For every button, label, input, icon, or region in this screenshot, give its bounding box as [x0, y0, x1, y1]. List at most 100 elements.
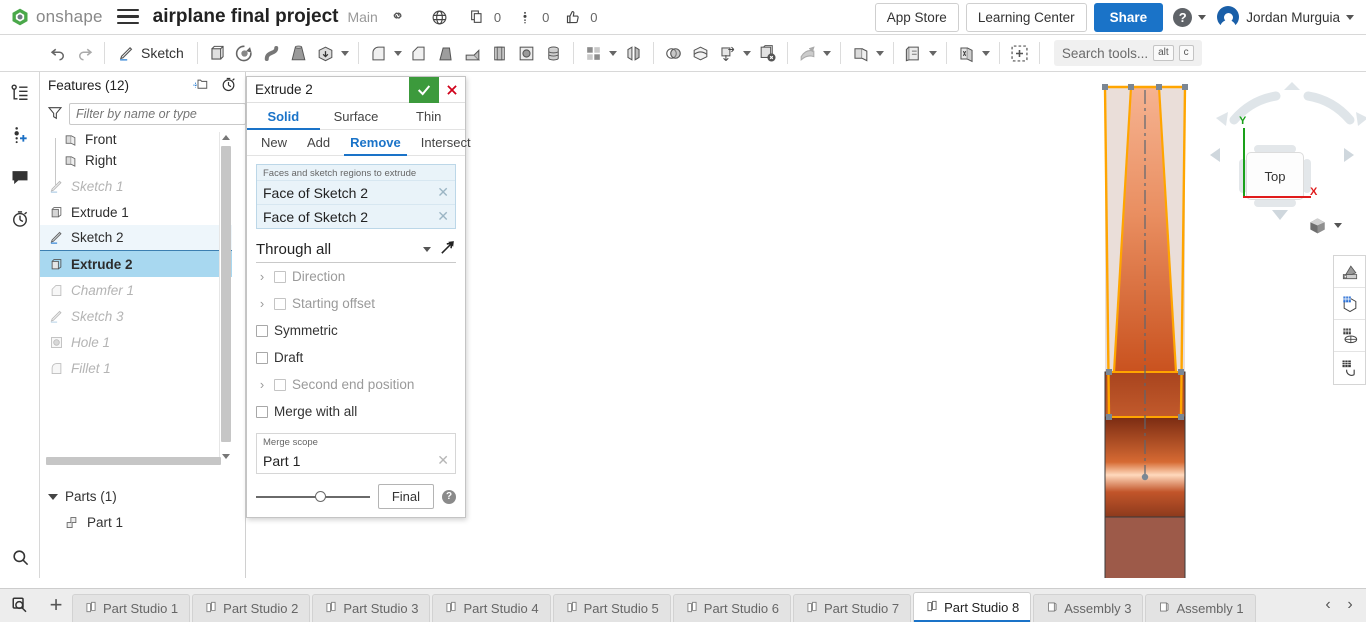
symmetric-checkbox[interactable]	[256, 325, 268, 337]
sweep-icon[interactable]	[258, 40, 285, 67]
flip-direction-icon[interactable]	[439, 239, 456, 259]
hole-icon[interactable]	[513, 40, 540, 67]
globe-icon[interactable]	[429, 6, 451, 28]
help-chevron-down-icon[interactable]	[1198, 15, 1206, 20]
accept-button[interactable]	[409, 77, 439, 103]
mirror-icon[interactable]	[620, 40, 647, 67]
view-mode-chevron-down-icon[interactable]	[1334, 223, 1342, 228]
new-folder-icon[interactable]	[192, 77, 209, 95]
tab-prev-button[interactable]: ‹	[1318, 591, 1338, 619]
derived-icon[interactable]	[900, 40, 927, 67]
merge-scope-item[interactable]: Part 1 ✕	[257, 448, 455, 473]
feature-item-chamfer-1[interactable]: Chamfer 1	[40, 277, 232, 303]
option-direction[interactable]: › Direction	[256, 263, 456, 290]
measure-icon[interactable]	[1334, 352, 1365, 384]
subtab-intersect[interactable]: Intersect	[411, 130, 481, 155]
doc-tab-assembly-3[interactable]: Assembly 3	[1033, 594, 1143, 622]
delete-part-icon[interactable]	[754, 40, 781, 67]
pattern-icon[interactable]	[580, 40, 607, 67]
tab-thin[interactable]: Thin	[392, 103, 465, 129]
view-cube-face-top[interactable]: Top	[1246, 152, 1304, 200]
thread-icon[interactable]	[540, 40, 567, 67]
help-icon[interactable]: ?	[1173, 8, 1192, 27]
doc-tab-part-studio-6[interactable]: Part Studio 6	[673, 594, 791, 622]
quality-slider[interactable]	[256, 490, 370, 504]
doc-tab-part-studio-1[interactable]: Part Studio 1	[72, 594, 190, 622]
feature-item-sketch-1[interactable]: Sketch 1	[40, 173, 232, 199]
expand-chevron-right-icon[interactable]: ›	[256, 296, 268, 311]
pattern-chevron-down-icon[interactable]	[607, 40, 620, 67]
insert-icon[interactable]	[1006, 40, 1033, 67]
variable-icon[interactable]	[953, 40, 980, 67]
end-condition-value[interactable]: Through all	[256, 241, 423, 258]
doc-tab-part-studio-7[interactable]: Part Studio 7	[793, 594, 911, 622]
loft-chevron-down-icon[interactable]	[339, 40, 352, 67]
filter-input[interactable]	[69, 103, 246, 125]
hamburger-icon[interactable]	[117, 9, 139, 26]
scroll-up-arrow-icon[interactable]	[222, 135, 230, 140]
second-end-position-checkbox[interactable]	[274, 379, 286, 391]
final-button[interactable]: Final	[378, 484, 434, 509]
feature-item-right[interactable]: Right	[40, 147, 232, 173]
feature-item-front[interactable]: Front	[40, 134, 232, 147]
derived-chevron-down-icon[interactable]	[927, 40, 940, 67]
transform-chevron-down-icon[interactable]	[741, 40, 754, 67]
doc-tab-assembly-1[interactable]: Assembly 1	[1145, 594, 1255, 622]
feature-list-icon[interactable]	[7, 80, 33, 106]
thicken-icon[interactable]	[312, 40, 339, 67]
subtab-new[interactable]: New	[251, 130, 297, 155]
link-icon[interactable]	[386, 4, 411, 29]
loft-icon[interactable]	[285, 40, 312, 67]
parts-section-header[interactable]: Parts (1)	[40, 484, 232, 509]
tab-search-icon[interactable]	[0, 588, 40, 622]
redo-icon[interactable]	[71, 40, 98, 67]
move-face-icon[interactable]	[794, 40, 821, 67]
split-icon[interactable]	[687, 40, 714, 67]
avatar[interactable]	[1217, 6, 1239, 28]
zoom-search-icon[interactable]	[7, 544, 33, 570]
feature-item-extrude-1[interactable]: Extrude 1	[40, 199, 232, 225]
scrollbar-thumb[interactable]	[221, 146, 231, 442]
doc-tab-part-studio-5[interactable]: Part Studio 5	[553, 594, 671, 622]
feature-tree-scrollbar[interactable]	[219, 132, 231, 462]
feature-item-fillet-1[interactable]: Fillet 1	[40, 355, 232, 381]
display-state-icon[interactable]	[1334, 288, 1365, 320]
filter-icon[interactable]	[47, 105, 63, 124]
shell-icon[interactable]	[486, 40, 513, 67]
doc-tab-part-studio-4[interactable]: Part Studio 4	[432, 594, 550, 622]
hscrollbar-thumb[interactable]	[46, 457, 221, 465]
boolean-icon[interactable]	[660, 40, 687, 67]
user-chevron-down-icon[interactable]	[1346, 15, 1354, 20]
add-instance-icon[interactable]	[7, 122, 33, 148]
view-mode-button[interactable]	[1308, 216, 1342, 235]
option-draft[interactable]: Draft	[256, 344, 456, 371]
search-tools-input[interactable]: Search tools... alt c	[1054, 40, 1202, 66]
selection-item[interactable]: Face of Sketch 2 ✕	[257, 204, 455, 228]
view-cube-body[interactable]: Top	[1226, 139, 1324, 211]
feature-item-sketch-2[interactable]: Sketch 2	[40, 225, 232, 251]
feature-item-sketch-3[interactable]: Sketch 3	[40, 303, 232, 329]
tab-next-button[interactable]: ›	[1340, 591, 1360, 619]
rib-icon[interactable]	[459, 40, 486, 67]
chamfer-icon[interactable]	[405, 40, 432, 67]
variable-chevron-down-icon[interactable]	[980, 40, 993, 67]
part-item-part-1[interactable]: Part 1	[40, 510, 232, 534]
doc-tab-part-studio-8[interactable]: Part Studio 8	[913, 592, 1031, 622]
cancel-button[interactable]	[439, 77, 465, 103]
plane-icon[interactable]	[847, 40, 874, 67]
merge-with-all-checkbox[interactable]	[256, 406, 268, 418]
remove-x-icon[interactable]: ✕	[437, 184, 449, 201]
feature-item-hole-1[interactable]: Hole 1	[40, 329, 232, 355]
doc-tab-part-studio-2[interactable]: Part Studio 2	[192, 594, 310, 622]
slider-knob[interactable]	[315, 491, 326, 502]
plane-chevron-down-icon[interactable]	[874, 40, 887, 67]
extrude-icon[interactable]	[204, 40, 231, 67]
learning-center-button[interactable]: Learning Center	[966, 3, 1087, 32]
move-face-chevron-down-icon[interactable]	[821, 40, 834, 67]
versions-icon[interactable]	[514, 6, 536, 28]
versions-history-icon[interactable]	[7, 206, 33, 232]
transform-icon[interactable]	[714, 40, 741, 67]
option-second-end-position[interactable]: › Second end position	[256, 371, 456, 398]
feature-item-extrude-2[interactable]: Extrude 2	[40, 251, 232, 277]
subtab-remove[interactable]: Remove	[340, 130, 411, 155]
